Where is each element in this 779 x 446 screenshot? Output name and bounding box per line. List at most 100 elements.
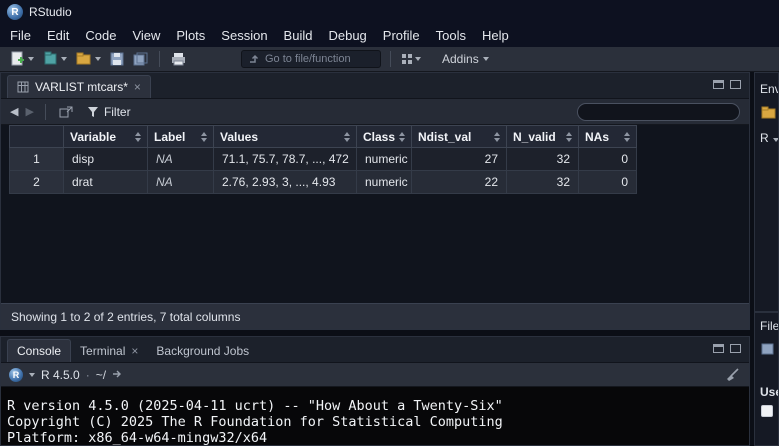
caret-down-icon (773, 138, 779, 142)
goto-placeholder: Go to file/function (265, 53, 351, 65)
addins-label: Addins (442, 52, 479, 66)
cell-variable: drat (64, 171, 148, 194)
tab-label: Console (17, 344, 61, 358)
save-button[interactable] (108, 51, 126, 67)
tab-background-jobs[interactable]: Background Jobs (147, 339, 258, 362)
menu-edit[interactable]: Edit (39, 28, 77, 43)
search-input[interactable] (591, 106, 733, 118)
close-icon[interactable]: × (131, 345, 138, 357)
print-button[interactable] (169, 51, 188, 67)
menu-session[interactable]: Session (213, 28, 275, 43)
filter-funnel-icon (87, 106, 99, 118)
cell-values: 2.76, 2.93, 3, ..., 4.93 (214, 171, 357, 194)
environment-language-selector[interactable]: R (760, 131, 779, 145)
workspace: VARLIST mtcars* × ◀ ▶ (0, 72, 779, 446)
left-column: VARLIST mtcars* × ◀ ▶ (0, 72, 750, 446)
cell-ndist-val: 22 (412, 171, 507, 194)
menu-view[interactable]: View (124, 28, 168, 43)
header-label: Variable (70, 130, 116, 144)
new-file-button[interactable] (8, 50, 36, 68)
cell-nas: 0 (579, 171, 637, 194)
open-file-button[interactable] (74, 51, 103, 67)
sort-icon (494, 132, 500, 142)
table-row[interactable]: 2 drat NA 2.76, 2.93, 3, ..., 4.93 numer… (9, 171, 637, 194)
addins-button[interactable]: Addins (442, 52, 489, 66)
tab-files[interactable]: Files (760, 319, 779, 333)
app-title: RStudio (29, 5, 72, 19)
menu-file[interactable]: File (2, 28, 39, 43)
data-grid-icon (17, 81, 29, 93)
menu-profile[interactable]: Profile (375, 28, 428, 43)
caret-down-icon (415, 57, 421, 61)
goto-file-input[interactable]: Go to file/function (241, 50, 381, 68)
close-icon[interactable]: × (134, 81, 141, 93)
cell-values: 71.1, 75.7, 78.7, ..., 472 (214, 148, 357, 171)
rstudio-logo-icon: R (7, 4, 23, 20)
header-label: Values (220, 130, 258, 144)
cell-class: numeric (357, 148, 412, 171)
maximize-pane-icon[interactable] (730, 80, 741, 89)
header-class[interactable]: Class (357, 125, 412, 148)
header-values[interactable]: Values (214, 125, 357, 148)
menu-debug[interactable]: Debug (320, 28, 374, 43)
open-in-new-window-button[interactable] (57, 105, 75, 119)
tab-terminal[interactable]: Terminal × (71, 339, 147, 362)
table-row[interactable]: 1 disp NA 71.1, 75.7, 78.7, ..., 472 num… (9, 148, 637, 171)
goto-directory-icon[interactable] (112, 369, 125, 380)
header-label-col[interactable]: Label (148, 125, 214, 148)
menu-help[interactable]: Help (474, 28, 517, 43)
filter-button[interactable]: Filter (82, 103, 136, 121)
console-output: R version 4.5.0 (2025-04-11 ucrt) -- "Ho… (1, 387, 749, 445)
cell-label: NA (148, 171, 214, 194)
viewer-search-box[interactable] (577, 103, 740, 121)
project-icon (43, 51, 58, 67)
caret-down-icon[interactable] (29, 373, 35, 377)
r-version-label[interactable]: R 4.5.0 (41, 368, 80, 382)
tab-console[interactable]: Console (7, 339, 71, 362)
save-all-icon (133, 52, 148, 66)
sort-icon (624, 132, 630, 142)
menu-plots[interactable]: Plots (168, 28, 213, 43)
menu-code[interactable]: Code (77, 28, 124, 43)
caret-down-icon (483, 57, 489, 61)
cell-n-valid: 32 (507, 148, 579, 171)
maximize-pane-icon[interactable] (730, 344, 741, 353)
menu-tools[interactable]: Tools (428, 28, 474, 43)
popup-window-icon (59, 106, 73, 118)
package-checkbox[interactable] (761, 405, 773, 417)
minimize-pane-icon[interactable] (713, 80, 724, 89)
header-label: N_valid (513, 130, 556, 144)
console-line: R version 4.5.0 (2025-04-11 ucrt) -- "Ho… (7, 398, 749, 414)
back-arrow-icon[interactable]: ◀ (10, 105, 18, 118)
r-logo-icon: R (9, 368, 23, 382)
header-nas[interactable]: NAs (579, 125, 637, 148)
language-label: R (760, 131, 769, 145)
console-line: Copyright (C) 2025 The R Foundation for … (7, 414, 749, 430)
minimize-pane-icon[interactable] (713, 344, 724, 353)
tab-environment[interactable]: Envir (760, 82, 779, 96)
header-ndist-val[interactable]: Ndist_val (412, 125, 507, 148)
console-tabbar: Console Terminal × Background Jobs (1, 337, 749, 363)
table-status-bar: Showing 1 to 2 of 2 entries, 7 total col… (1, 303, 749, 329)
rstudio-window: R RStudio File Edit Code View Plots Sess… (0, 0, 779, 446)
cell-rownum: 2 (9, 171, 64, 194)
new-project-button[interactable] (41, 50, 69, 68)
menu-build[interactable]: Build (276, 28, 321, 43)
new-file-icon (10, 51, 25, 67)
files-toolbar-icon[interactable] (761, 343, 775, 355)
separator-dot: · (86, 368, 90, 382)
cell-nas: 0 (579, 148, 637, 171)
tab-varlist-mtcars[interactable]: VARLIST mtcars* × (7, 75, 151, 98)
caret-down-icon (61, 57, 67, 61)
forward-arrow-icon[interactable]: ▶ (25, 105, 33, 118)
load-workspace-icon[interactable] (761, 106, 777, 119)
files-pane: Files User (754, 312, 779, 446)
panes-layout-button[interactable] (400, 53, 423, 65)
sort-icon (201, 132, 207, 142)
header-variable[interactable]: Variable (64, 125, 148, 148)
sort-icon (344, 132, 350, 142)
console-pane-controls (713, 344, 741, 353)
save-all-button[interactable] (131, 51, 150, 67)
clear-console-broom-icon[interactable] (725, 368, 741, 382)
header-n-valid[interactable]: N_valid (507, 125, 579, 148)
